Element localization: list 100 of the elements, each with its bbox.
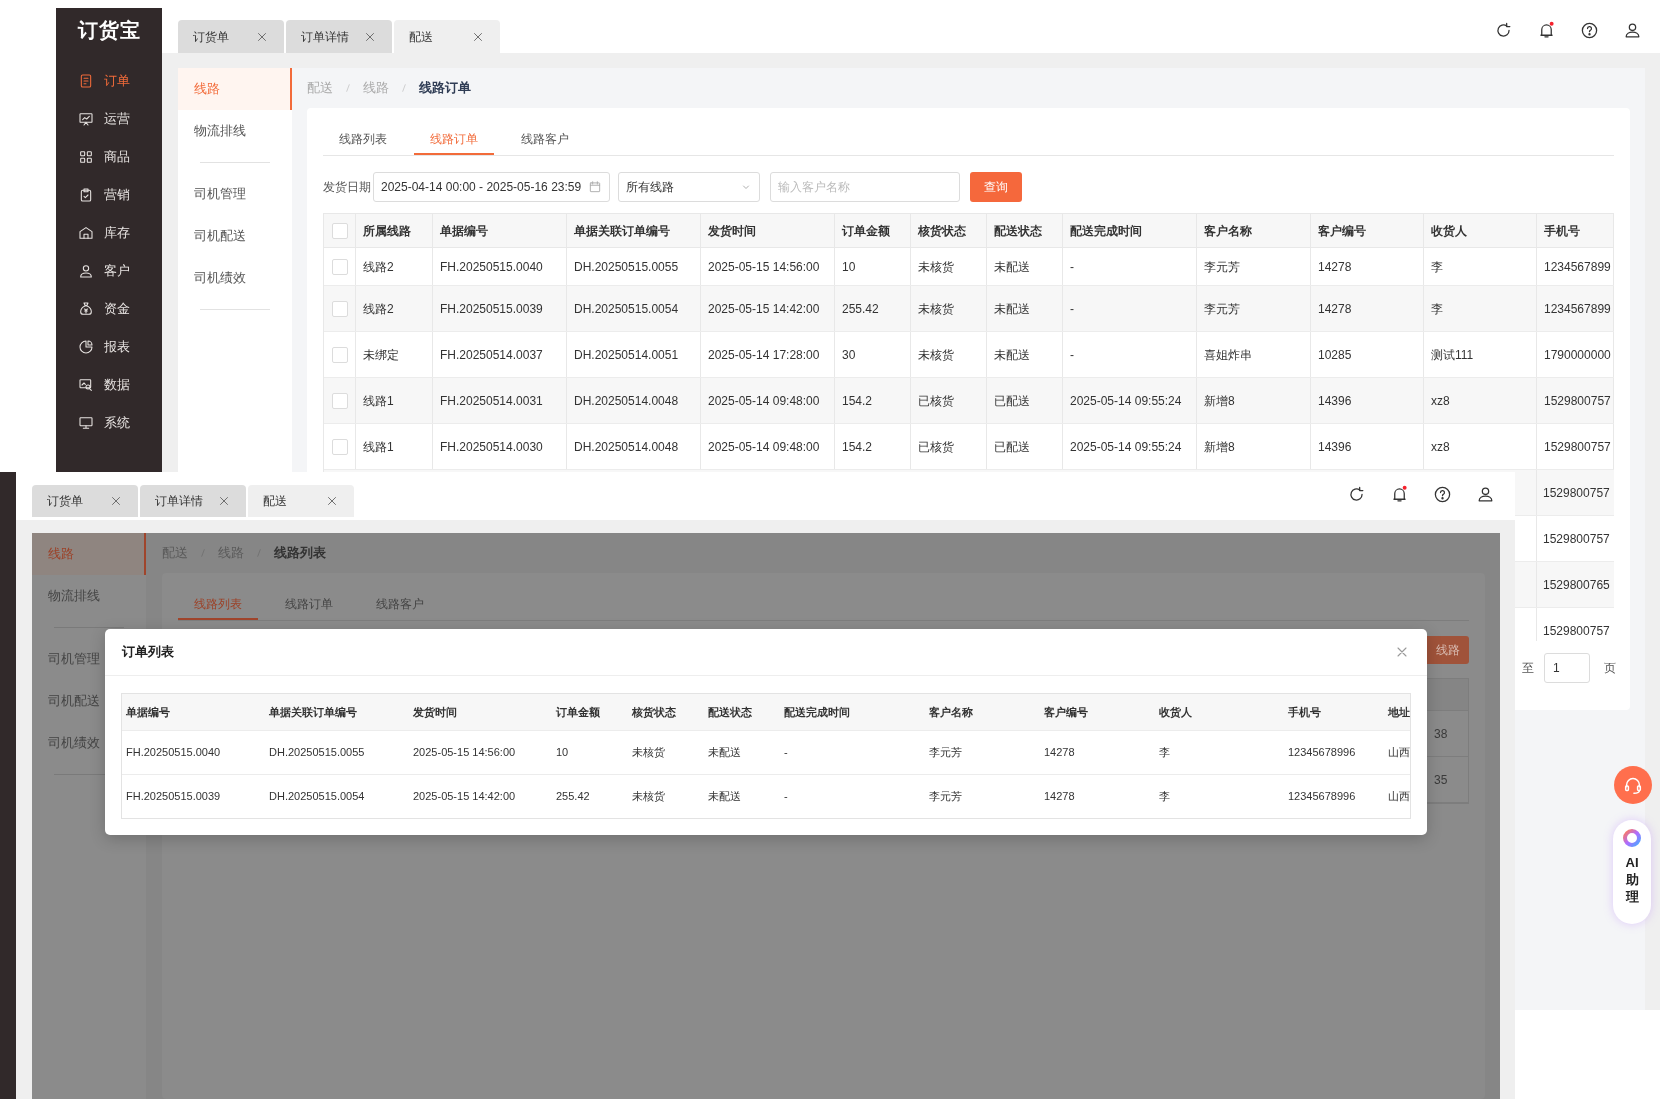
checkbox[interactable]	[331, 438, 348, 455]
table-cell: 李	[1424, 248, 1537, 285]
table-cell: 2025-05-15 14:42:00	[701, 286, 835, 331]
table-cell: 1529800757	[1537, 378, 1614, 423]
table-cell: 1234567899	[1537, 248, 1614, 285]
table-cell-text: 未配送	[707, 745, 742, 761]
view-tab[interactable]: 线路列表	[323, 124, 403, 155]
subnav-item[interactable]: 司机配送	[178, 215, 292, 257]
sidebar-item[interactable]: 系统	[56, 404, 162, 442]
sidebar-item[interactable]: 商品	[56, 138, 162, 176]
slash-icon	[399, 83, 409, 93]
subnav-item[interactable]: 物流排线	[178, 110, 292, 152]
column-header: 客户名称	[928, 704, 974, 720]
table-cell-text: 1529800757	[1542, 484, 1611, 502]
table-cell: 10	[835, 248, 911, 285]
tab[interactable]: 配送	[248, 485, 354, 517]
checkbox[interactable]	[331, 300, 348, 317]
table-cell: 14278	[1311, 248, 1424, 285]
tab[interactable]: 订单详情	[140, 485, 246, 517]
table-cell: FH.20250515.0040	[433, 248, 567, 285]
table-cell: 李元芳	[1197, 248, 1311, 285]
table-cell: 测试111	[1424, 332, 1537, 377]
grid-icon	[78, 149, 94, 165]
close-icon	[325, 494, 339, 508]
sidebar-item[interactable]: 报表	[56, 328, 162, 366]
table-cell: 10285	[1311, 332, 1424, 377]
table-cell: -	[1063, 286, 1197, 331]
chart-search-icon	[78, 377, 94, 393]
monitor-icon	[78, 415, 94, 431]
table-cell-text: 38	[1433, 725, 1449, 743]
table-cell: 2025-05-15 14:56:00	[701, 248, 835, 285]
tab[interactable]: 订货单	[32, 485, 138, 517]
tab[interactable]: 订货单	[178, 20, 284, 53]
sidebar-item[interactable]: 客户	[56, 252, 162, 290]
column-header: 发货时间	[701, 214, 835, 247]
table-cell-text: 35	[1433, 771, 1449, 789]
table-cell: 1529800757	[1537, 424, 1614, 469]
subnav-item[interactable]: 司机绩效	[178, 257, 292, 299]
checkbox[interactable]	[331, 346, 348, 363]
logo: 订货宝	[77, 18, 141, 43]
table-cell-text: 1529800765	[1542, 576, 1611, 594]
table-cell-text: 李	[1158, 745, 1171, 761]
column-header: 配送完成时间	[783, 704, 851, 720]
table-cell: 新增8	[1197, 424, 1311, 469]
chart-board-icon	[78, 111, 94, 127]
tab[interactable]: 订单详情	[286, 20, 392, 53]
column-header: 收货人	[1158, 704, 1193, 720]
table-cell: DH.20250514.0048	[567, 378, 701, 423]
sidebar-item[interactable]: 数据	[56, 366, 162, 404]
table-cell: xz8	[1424, 424, 1537, 469]
table-cell: 154.2	[835, 424, 911, 469]
column-header: 配送完成时间	[1063, 214, 1197, 247]
table-cell-text: 李元芳	[928, 789, 963, 805]
column-header: 客户编号	[1043, 704, 1089, 720]
table-cell-text: 未核货	[631, 745, 666, 761]
tab[interactable]: 配送	[394, 20, 500, 53]
view-tab[interactable]: 线路客户	[505, 124, 585, 155]
column-header: 手机号	[1537, 214, 1614, 247]
filter-label: 发货日期	[323, 179, 372, 196]
column-header: 发货时间	[412, 704, 458, 720]
refresh-icon	[1347, 485, 1366, 504]
close-icon	[109, 494, 123, 508]
table-cell: 2025-05-14 09:48:00	[701, 378, 835, 423]
clipboard-check-icon	[78, 187, 94, 203]
table-cell: 李元芳	[1197, 286, 1311, 331]
table-cell: 未配送	[987, 286, 1063, 331]
sidebar-item[interactable]: 资金	[56, 290, 162, 328]
slash-icon	[343, 83, 353, 93]
checkbox[interactable]	[331, 258, 348, 275]
column-header: 订单金额	[835, 214, 911, 247]
table-cell: 14396	[1311, 424, 1424, 469]
table-cell: -	[1063, 248, 1197, 285]
table-cell: 未配送	[987, 248, 1063, 285]
bell-icon	[1537, 21, 1556, 40]
ai-assistant-button[interactable]: AI助理	[1613, 820, 1651, 924]
route-select[interactable]: 所有线路	[618, 172, 760, 202]
column-header: 客户名称	[1197, 214, 1311, 247]
column-header: 单据编号	[125, 704, 171, 720]
subnav-item[interactable]: 司机管理	[178, 173, 292, 215]
sidebar-item[interactable]: 订单	[56, 62, 162, 100]
money-bag-icon	[78, 301, 94, 317]
table-cell: 已核货	[911, 378, 987, 423]
table-cell-text: 2025-05-15 14:42:00	[412, 789, 517, 805]
table-cell: 线路1	[356, 424, 433, 469]
table-cell: 未核货	[911, 286, 987, 331]
sidebar-item[interactable]: 库存	[56, 214, 162, 252]
date-range-field[interactable]: 2025-04-14 00:00 - 2025-05-16 23:59	[373, 172, 610, 202]
table-cell: 未配送	[987, 332, 1063, 377]
ring-icon	[1620, 826, 1644, 850]
pagination-label: 页	[1604, 660, 1616, 677]
column-header: 所属线路	[356, 214, 433, 247]
sidebar-item[interactable]: 运营	[56, 100, 162, 138]
sidebar-item[interactable]: 营销	[56, 176, 162, 214]
table-cell: 李	[1424, 286, 1537, 331]
checkbox[interactable]	[331, 392, 348, 409]
checkbox[interactable]	[331, 222, 348, 239]
customer-search-field[interactable]: 输入客户名称	[770, 172, 960, 202]
table-cell-text: 12345678996	[1287, 789, 1357, 805]
table-cell: 已配送	[987, 424, 1063, 469]
page-input[interactable]: 1	[1544, 653, 1590, 683]
